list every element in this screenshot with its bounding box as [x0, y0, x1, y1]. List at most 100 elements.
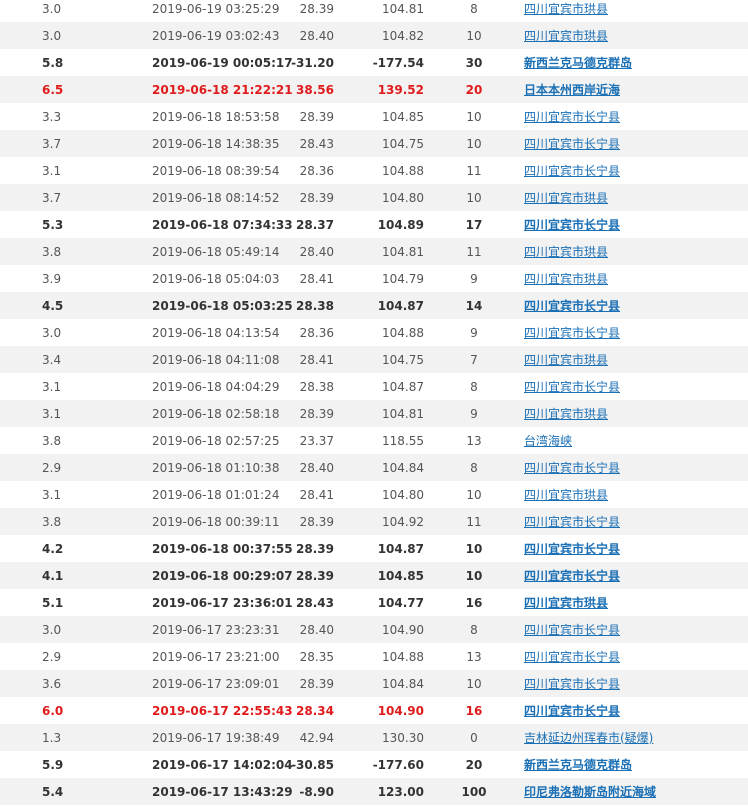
location-cell: 台湾海峡 — [524, 427, 748, 454]
location-link[interactable]: 四川宜宾市珙县 — [524, 407, 608, 421]
depth-cell: 10 — [465, 541, 483, 556]
longitude-cell: 104.75 — [382, 136, 424, 151]
table-row: 3.7 2019-06-18 08:14:52 28.39 104.80 10 四川宜宾市… — [0, 184, 748, 211]
depth-cell: 10 — [466, 676, 482, 691]
depth-cell: 11 — [466, 514, 482, 529]
location-link[interactable]: 吉林延边州珲春市(疑爆) — [524, 731, 653, 745]
location-cell: 四川宜宾市珙县 — [524, 238, 748, 265]
latitude-cell: 42.94 — [299, 730, 334, 745]
location-cell: 新西兰克马德克群岛 — [524, 751, 748, 778]
magnitude-cell: 4.2 — [42, 541, 64, 556]
longitude-cell: 123.00 — [377, 784, 424, 799]
location-cell: 四川宜宾市长宁县 — [524, 130, 748, 157]
location-cell: 印尼弗洛勒斯岛附近海域 — [524, 778, 748, 805]
latitude-cell: 28.36 — [299, 163, 334, 178]
depth-cell: 13 — [466, 649, 482, 664]
table-row: 3.3 2019-06-18 18:53:58 28.39 104.85 10 四川宜宾市… — [0, 103, 748, 130]
location-cell: 四川宜宾市珙县 — [524, 346, 748, 373]
depth-cell: 11 — [466, 163, 482, 178]
longitude-cell: 118.55 — [382, 433, 424, 448]
depth-cell: 11 — [466, 244, 482, 259]
magnitude-cell: 5.3 — [42, 217, 64, 232]
time-cell: 2019-06-17 23:23:31 — [152, 622, 280, 637]
latitude-cell: 28.35 — [299, 649, 334, 664]
longitude-cell: 104.81 — [382, 2, 424, 16]
location-link[interactable]: 四川宜宾市长宁县 — [524, 110, 620, 124]
location-link[interactable]: 四川宜宾市珙县 — [524, 245, 608, 259]
location-link[interactable]: 四川宜宾市珙县 — [524, 596, 608, 610]
location-link[interactable]: 日本本州西岸近海 — [524, 83, 620, 97]
longitude-cell: 104.92 — [382, 514, 424, 529]
location-link[interactable]: 四川宜宾市长宁县 — [524, 677, 620, 691]
depth-cell: 17 — [465, 217, 483, 232]
location-link[interactable]: 新西兰克马德克群岛 — [524, 56, 632, 70]
time-cell: 2019-06-18 01:10:38 — [152, 460, 280, 475]
location-link[interactable]: 四川宜宾市珙县 — [524, 488, 608, 502]
latitude-cell: 28.39 — [299, 2, 334, 16]
location-link[interactable]: 四川宜宾市珙县 — [524, 353, 608, 367]
longitude-cell: 104.85 — [382, 109, 424, 124]
longitude-cell: 104.88 — [382, 163, 424, 178]
magnitude-cell: 5.1 — [42, 595, 64, 610]
location-link[interactable]: 四川宜宾市长宁县 — [524, 137, 620, 151]
location-link[interactable]: 四川宜宾市珙县 — [524, 272, 608, 286]
location-cell: 四川宜宾市长宁县 — [524, 562, 748, 589]
location-link[interactable]: 台湾海峡 — [524, 434, 572, 448]
location-cell: 四川宜宾市珙县 — [524, 481, 748, 508]
latitude-cell: 28.40 — [299, 622, 334, 637]
time-cell: 2019-06-18 00:29:07 — [152, 568, 293, 583]
location-cell: 四川宜宾市长宁县 — [524, 643, 748, 670]
latitude-cell: 28.39 — [299, 676, 334, 691]
depth-cell: 7 — [470, 352, 478, 367]
table-row: 3.6 2019-06-17 23:09:01 28.39 104.84 10 四川宜宾市… — [0, 670, 748, 697]
latitude-cell: 28.39 — [299, 514, 334, 529]
magnitude-cell: 6.5 — [42, 82, 64, 97]
longitude-cell: 104.84 — [382, 676, 424, 691]
depth-cell: 0 — [470, 730, 478, 745]
table-row: 5.8 2019-06-19 00:05:17 -31.20 -177.54 30 新西兰… — [0, 49, 748, 76]
time-cell: 2019-06-18 18:53:58 — [152, 109, 280, 124]
location-cell: 四川宜宾市长宁县 — [524, 535, 748, 562]
location-link[interactable]: 四川宜宾市长宁县 — [524, 542, 620, 556]
location-link[interactable]: 四川宜宾市长宁县 — [524, 218, 620, 232]
location-link[interactable]: 四川宜宾市长宁县 — [524, 299, 620, 313]
location-link[interactable]: 四川宜宾市长宁县 — [524, 461, 620, 475]
depth-cell: 10 — [466, 190, 482, 205]
location-cell: 四川宜宾市珙县 — [524, 265, 748, 292]
location-link[interactable]: 四川宜宾市珙县 — [524, 29, 608, 43]
latitude-cell: 28.41 — [299, 487, 334, 502]
time-cell: 2019-06-18 08:14:52 — [152, 190, 280, 205]
magnitude-cell: 3.8 — [42, 433, 62, 448]
location-link[interactable]: 新西兰克马德克群岛 — [524, 758, 632, 772]
table-row: 3.7 2019-06-18 14:38:35 28.43 104.75 10 四川宜宾市… — [0, 130, 748, 157]
location-link[interactable]: 四川宜宾市长宁县 — [524, 650, 620, 664]
time-cell: 2019-06-19 03:25:29 — [152, 2, 280, 16]
location-link[interactable]: 印尼弗洛勒斯岛附近海域 — [524, 785, 656, 799]
longitude-cell: 104.82 — [382, 28, 424, 43]
location-link[interactable]: 四川宜宾市珙县 — [524, 2, 608, 16]
location-link[interactable]: 四川宜宾市长宁县 — [524, 704, 620, 718]
location-cell: 四川宜宾市长宁县 — [524, 508, 748, 535]
depth-cell: 20 — [465, 757, 483, 772]
location-link[interactable]: 四川宜宾市长宁县 — [524, 326, 620, 340]
longitude-cell: 104.89 — [377, 217, 424, 232]
depth-cell: 20 — [465, 82, 483, 97]
location-link[interactable]: 四川宜宾市长宁县 — [524, 380, 620, 394]
depth-cell: 16 — [465, 595, 483, 610]
location-link[interactable]: 四川宜宾市珙县 — [524, 191, 608, 205]
time-cell: 2019-06-17 14:02:04 — [152, 757, 293, 772]
table-row: 3.1 2019-06-18 01:01:24 28.41 104.80 10 四川宜宾市… — [0, 481, 748, 508]
time-cell: 2019-06-18 21:22:21 — [152, 82, 293, 97]
time-cell: 2019-06-18 00:39:11 — [152, 514, 280, 529]
location-cell: 四川宜宾市长宁县 — [524, 157, 748, 184]
longitude-cell: 104.77 — [377, 595, 424, 610]
location-link[interactable]: 四川宜宾市长宁县 — [524, 623, 620, 637]
magnitude-cell: 3.0 — [42, 325, 62, 340]
time-cell: 2019-06-18 00:37:55 — [152, 541, 293, 556]
location-link[interactable]: 四川宜宾市长宁县 — [524, 569, 620, 583]
longitude-cell: 104.88 — [382, 649, 424, 664]
location-link[interactable]: 四川宜宾市长宁县 — [524, 164, 620, 178]
location-link[interactable]: 四川宜宾市长宁县 — [524, 515, 620, 529]
magnitude-cell: 3.8 — [42, 514, 62, 529]
depth-cell: 8 — [470, 379, 478, 394]
